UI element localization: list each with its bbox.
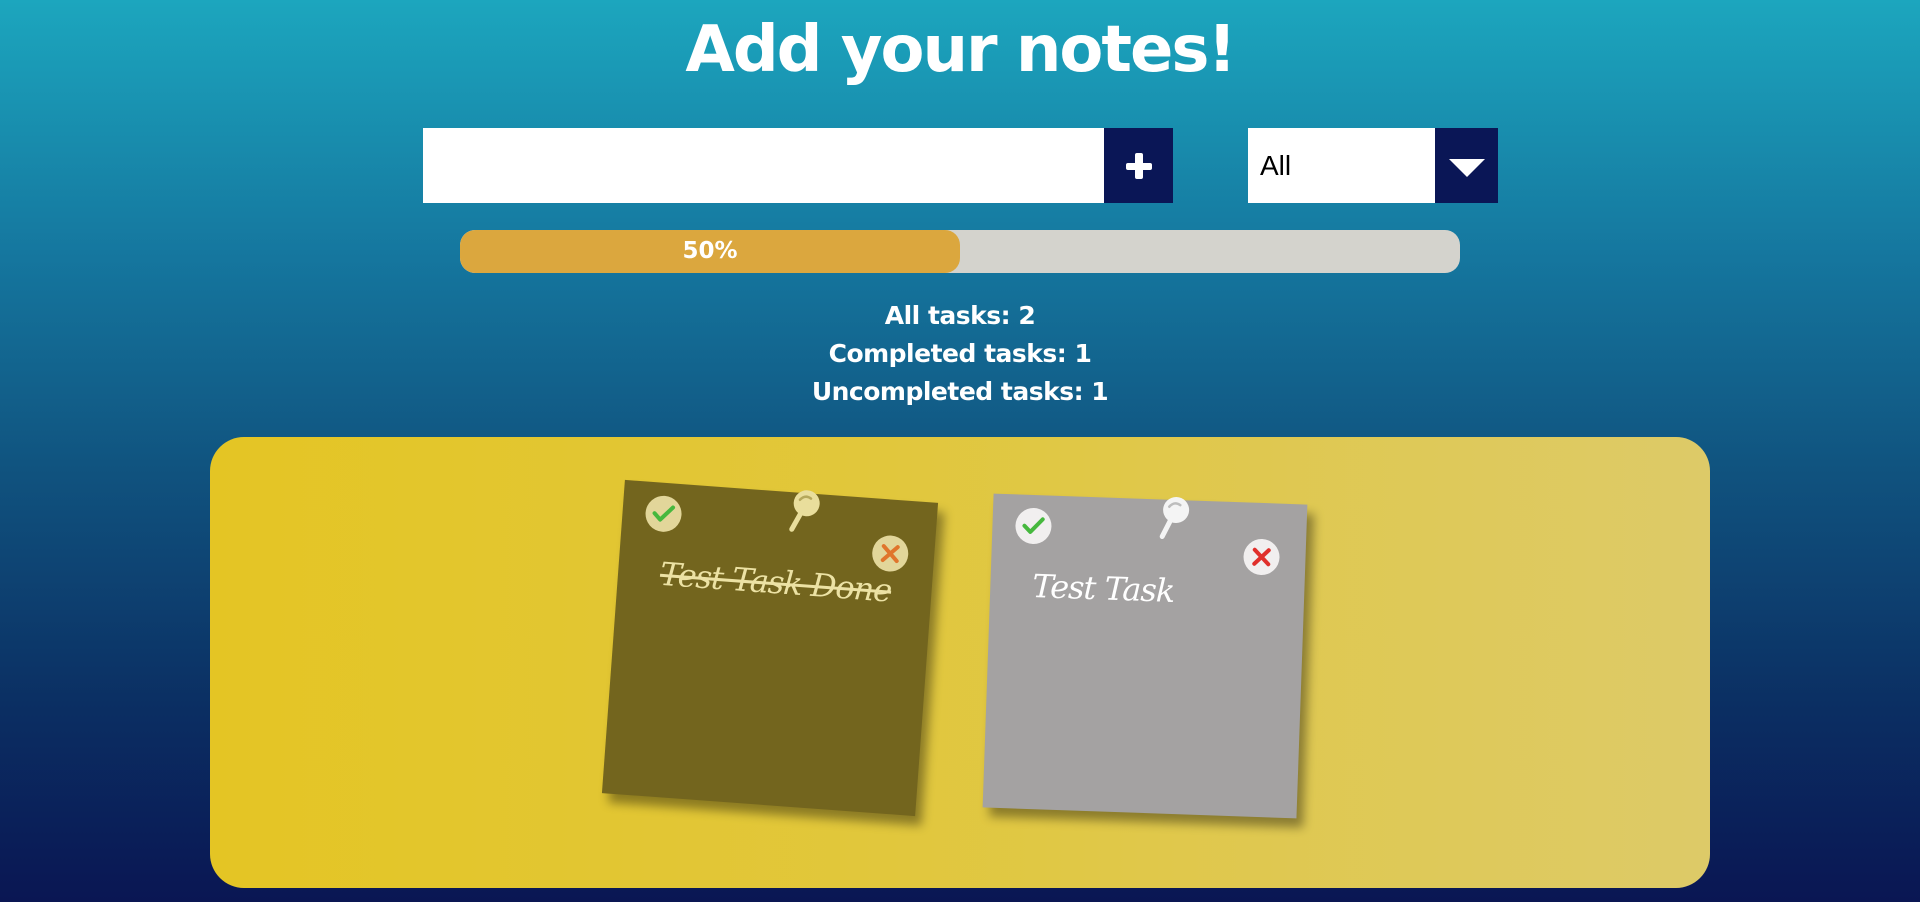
notes-board: Test Task Done Test Task xyxy=(210,437,1710,888)
note-text: Test Task Done xyxy=(658,554,893,610)
chevron-down-icon xyxy=(1449,159,1485,177)
filter-select[interactable]: All xyxy=(1248,128,1498,203)
delete-note-button[interactable] xyxy=(870,534,910,573)
close-icon xyxy=(1252,547,1271,567)
plus-icon xyxy=(1104,128,1173,203)
filter-dropdown-button[interactable] xyxy=(1435,128,1498,203)
uncompleted-tasks-count: Uncompleted tasks: 1 xyxy=(811,377,1109,406)
page-title: Add your notes! xyxy=(685,13,1236,87)
add-note-button[interactable] xyxy=(1104,128,1173,203)
close-icon xyxy=(880,544,900,564)
complete-check-button[interactable] xyxy=(644,494,683,534)
task-stats: All tasks: 2 Completed tasks: 1 Uncomple… xyxy=(0,297,1920,411)
pin-icon xyxy=(1156,494,1194,541)
progress-label: 50% xyxy=(682,238,738,264)
completed-tasks-count: Completed tasks: 1 xyxy=(828,339,1092,368)
delete-note-button[interactable] xyxy=(1242,538,1281,576)
check-icon xyxy=(652,505,676,522)
note-card: Test Task xyxy=(982,493,1308,819)
note-card: Test Task Done xyxy=(601,479,939,817)
pin-icon xyxy=(785,487,824,536)
all-tasks-count: All tasks: 2 xyxy=(884,301,1036,330)
progress-bar: 50% xyxy=(460,230,1460,273)
note-input[interactable] xyxy=(423,128,1104,203)
filter-selected-value: All xyxy=(1260,150,1292,181)
check-icon xyxy=(1022,517,1045,534)
complete-check-button[interactable] xyxy=(1014,507,1053,545)
note-text: Test Task xyxy=(1031,567,1175,610)
